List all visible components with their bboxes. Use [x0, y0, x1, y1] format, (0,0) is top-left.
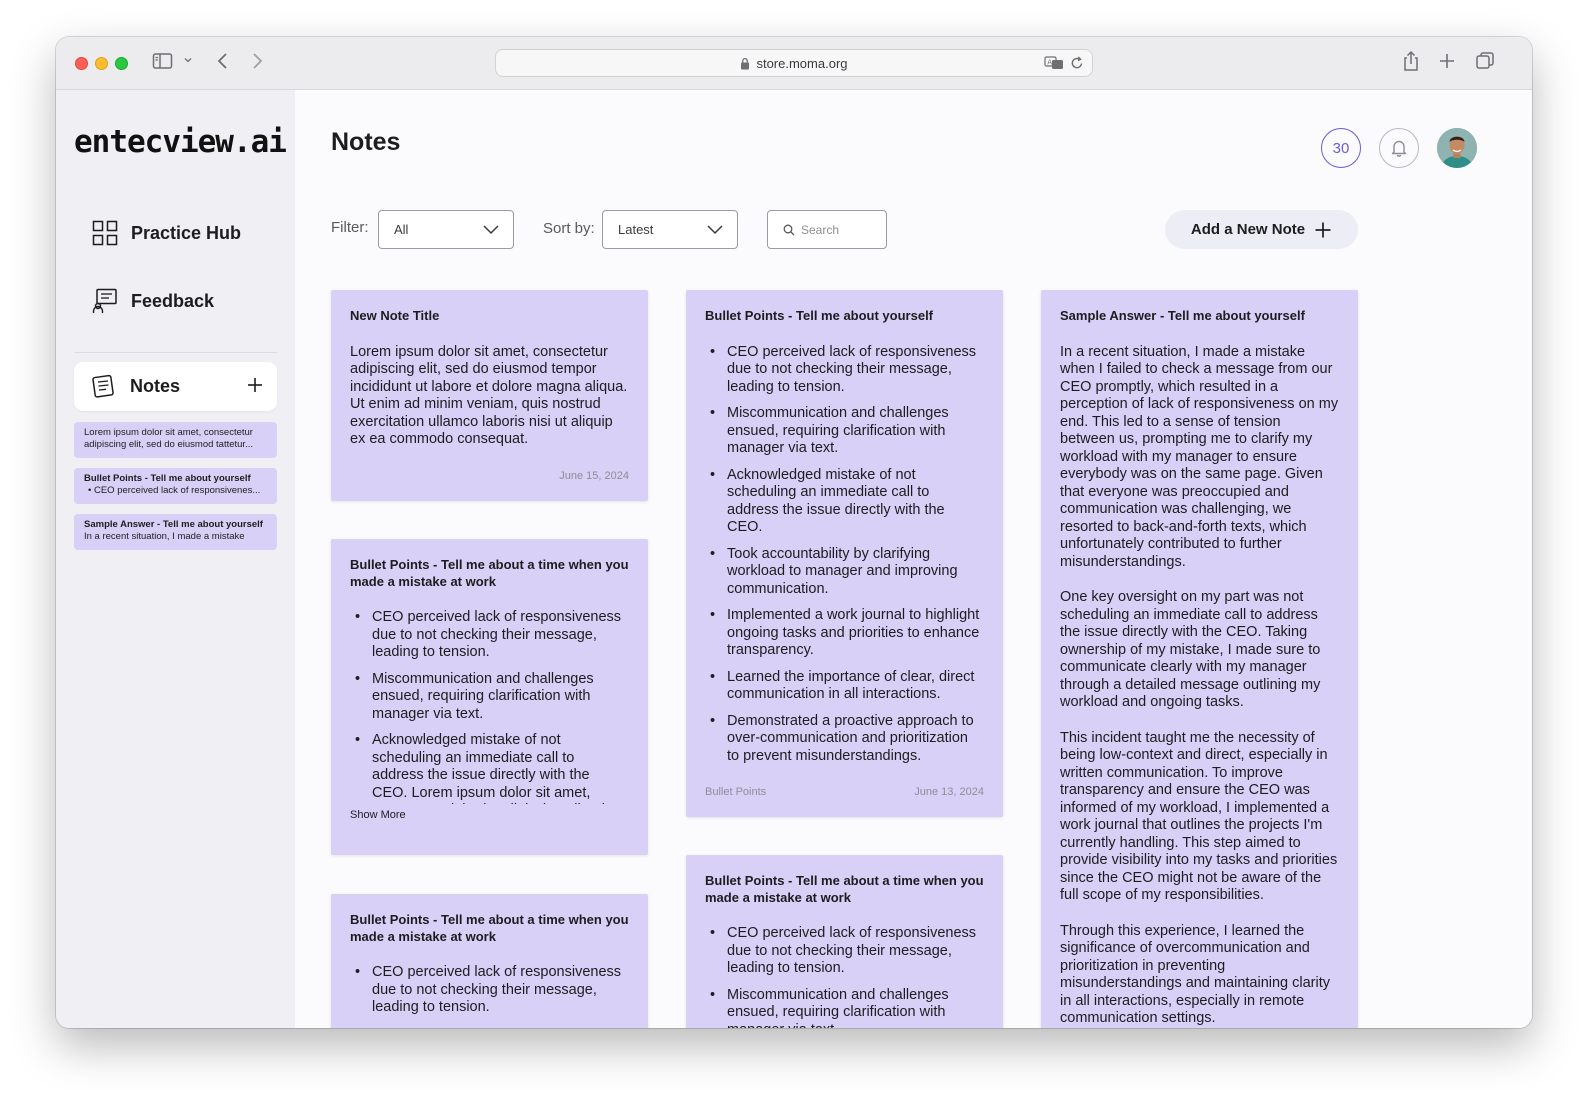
credits-badge[interactable]: 30	[1321, 128, 1361, 168]
sidebar-toggle-icon[interactable]	[152, 51, 174, 71]
plus-icon	[1314, 221, 1332, 239]
note-title: Sample Answer - Tell me about yourself	[1060, 308, 1305, 323]
browser-toolbar: store.moma.org A	[56, 37, 1532, 90]
avatar[interactable]	[1437, 128, 1477, 168]
note-title: Bullet Points - Tell me about a time whe…	[350, 557, 629, 589]
sidebar-item-label: Practice Hub	[131, 222, 242, 243]
note-card[interactable]: Sample Answer - Tell me about yourself I…	[1041, 290, 1358, 1028]
note-preview-title: Sample Answer - Tell me about yourself	[84, 519, 263, 530]
minimize-window-button[interactable]	[95, 57, 108, 70]
close-window-button[interactable]	[75, 57, 88, 70]
translate-icon[interactable]: A	[1044, 55, 1064, 74]
note-bullets: CEO perceived lack of responsiveness due…	[350, 609, 629, 804]
page-title: Notes	[331, 128, 401, 156]
sort-label: Sort by:	[543, 220, 595, 237]
sidebar: entecview.ai Practice Hub Feedback Notes	[56, 90, 295, 1028]
search-input[interactable]	[801, 222, 881, 237]
forward-icon[interactable]	[250, 51, 264, 71]
grid-icon	[92, 220, 118, 246]
add-note-button[interactable]: Add a New Note	[1165, 210, 1358, 249]
list-item: CEO perceived lack of responsiveness due…	[705, 925, 984, 978]
chevron-down-icon	[706, 223, 724, 237]
new-tab-icon[interactable]	[1438, 51, 1456, 71]
svg-text:A: A	[1047, 59, 1052, 67]
note-date: June 15, 2024	[559, 470, 629, 482]
note-card[interactable]: Bullet Points - Tell me about a time whe…	[331, 894, 648, 1028]
note-card[interactable]: New Note Title Lorem ipsum dolor sit ame…	[331, 290, 648, 501]
url-text: store.moma.org	[756, 55, 848, 71]
sidebar-item-feedback[interactable]: Feedback	[92, 281, 214, 321]
browser-window: store.moma.org A entecview.ai Practice H…	[56, 37, 1532, 1028]
list-item: Acknowledged mistake of not scheduling a…	[350, 732, 629, 804]
list-item: Learned the importance of clear, direct …	[705, 669, 984, 704]
note-bullets: CEO perceived lack of responsiveness due…	[705, 925, 984, 1028]
tab-overview-icon[interactable]	[1475, 51, 1495, 71]
app-logo[interactable]: entecview.ai	[74, 124, 287, 160]
list-item: CEO perceived lack of responsiveness due…	[705, 344, 984, 397]
note-preview-text: Lorem ipsum dolor sit amet, consectetur …	[84, 427, 253, 450]
list-item: Demonstrated a proactive approach to ove…	[705, 713, 984, 766]
share-icon[interactable]	[1402, 50, 1420, 72]
note-bullets: CEO perceived lack of responsiveness due…	[705, 344, 984, 766]
list-item: CEO perceived lack of responsiveness due…	[350, 609, 629, 662]
sidebar-item-practice-hub[interactable]: Practice Hub	[92, 213, 241, 253]
main-content: Notes 30 Filter: All Sort by: Latest Sea…	[295, 90, 1532, 1028]
note-body: Lorem ipsum dolor sit amet, consectetur …	[350, 343, 628, 448]
sort-select[interactable]: Latest	[602, 210, 738, 249]
chevron-down-icon[interactable]	[183, 55, 193, 65]
note-preview-item[interactable]: Lorem ipsum dolor sit amet, consectetur …	[74, 422, 277, 458]
list-item: CEO perceived lack of responsiveness due…	[350, 964, 629, 1017]
bell-icon	[1390, 138, 1408, 158]
note-card[interactable]: Bullet Points - Tell me about a time whe…	[686, 855, 1003, 1028]
add-note-label: Add a New Note	[1190, 221, 1306, 238]
note-card[interactable]: Bullet Points - Tell me about a time whe…	[331, 539, 648, 855]
sidebar-item-label: Notes	[130, 376, 181, 396]
list-item: Miscommunication and challenges ensued, …	[705, 405, 984, 458]
add-note-plus-icon[interactable]	[246, 376, 264, 394]
address-bar[interactable]: store.moma.org A	[495, 49, 1093, 77]
notes-icon	[91, 374, 116, 399]
filter-value: All	[394, 222, 409, 237]
list-item: Took accountability by clarifying worklo…	[705, 546, 984, 599]
note-title: Bullet Points - Tell me about a time whe…	[705, 873, 984, 905]
reload-icon[interactable]	[1070, 55, 1084, 74]
list-item: Miscommunication and challenges ensued, …	[350, 671, 629, 724]
note-card[interactable]: Bullet Points - Tell me about yourself C…	[686, 290, 1003, 817]
note-bullets: CEO perceived lack of responsiveness due…	[350, 964, 629, 1017]
note-preview-item[interactable]: Sample Answer - Tell me about yourself I…	[74, 514, 277, 550]
sidebar-item-label: Feedback	[131, 290, 215, 311]
notifications-button[interactable]	[1379, 128, 1419, 168]
note-title: New Note Title	[350, 308, 440, 323]
note-date: June 13, 2024	[914, 786, 984, 798]
list-item: Acknowledged mistake of not scheduling a…	[705, 467, 984, 537]
search-box[interactable]	[767, 210, 887, 249]
filter-label: Filter:	[331, 219, 369, 236]
note-title: Bullet Points - Tell me about yourself	[705, 308, 934, 323]
back-icon[interactable]	[216, 51, 230, 71]
note-title: Bullet Points - Tell me about a time whe…	[350, 912, 629, 944]
filter-select[interactable]: All	[378, 210, 514, 249]
sidebar-item-notes[interactable]: Notes	[74, 362, 277, 411]
feedback-icon	[92, 288, 118, 314]
note-preview-text: In a recent situation, I made a mistake	[84, 530, 245, 542]
note-preview-item[interactable]: Bullet Points - Tell me about yourself •…	[74, 468, 277, 504]
note-paragraph: This incident taught me the necessity of…	[1060, 729, 1338, 904]
note-tag: Bullet Points	[705, 786, 767, 798]
show-more-link[interactable]: Show More	[350, 809, 629, 821]
chevron-down-icon	[482, 223, 500, 237]
zoom-window-button[interactable]	[115, 57, 128, 70]
list-item: Implemented a work journal to highlight …	[705, 607, 984, 660]
note-preview-title: Bullet Points - Tell me about yourself	[84, 473, 251, 484]
note-paragraph: One key oversight on my part was not sch…	[1060, 589, 1321, 710]
note-body: In a recent situation, I made a mistake …	[1060, 344, 1339, 1028]
list-item: Miscommunication and challenges ensued, …	[705, 987, 984, 1029]
note-preview-text: • CEO perceived lack of responsivenes...	[88, 484, 261, 496]
note-paragraph: Through this experience, I learned the s…	[1060, 922, 1331, 1027]
lock-icon	[740, 57, 750, 70]
note-paragraph: In a recent situation, I made a mistake …	[1060, 343, 1339, 570]
search-icon	[783, 224, 795, 236]
sidebar-divider	[74, 352, 277, 353]
sort-value: Latest	[618, 222, 654, 237]
